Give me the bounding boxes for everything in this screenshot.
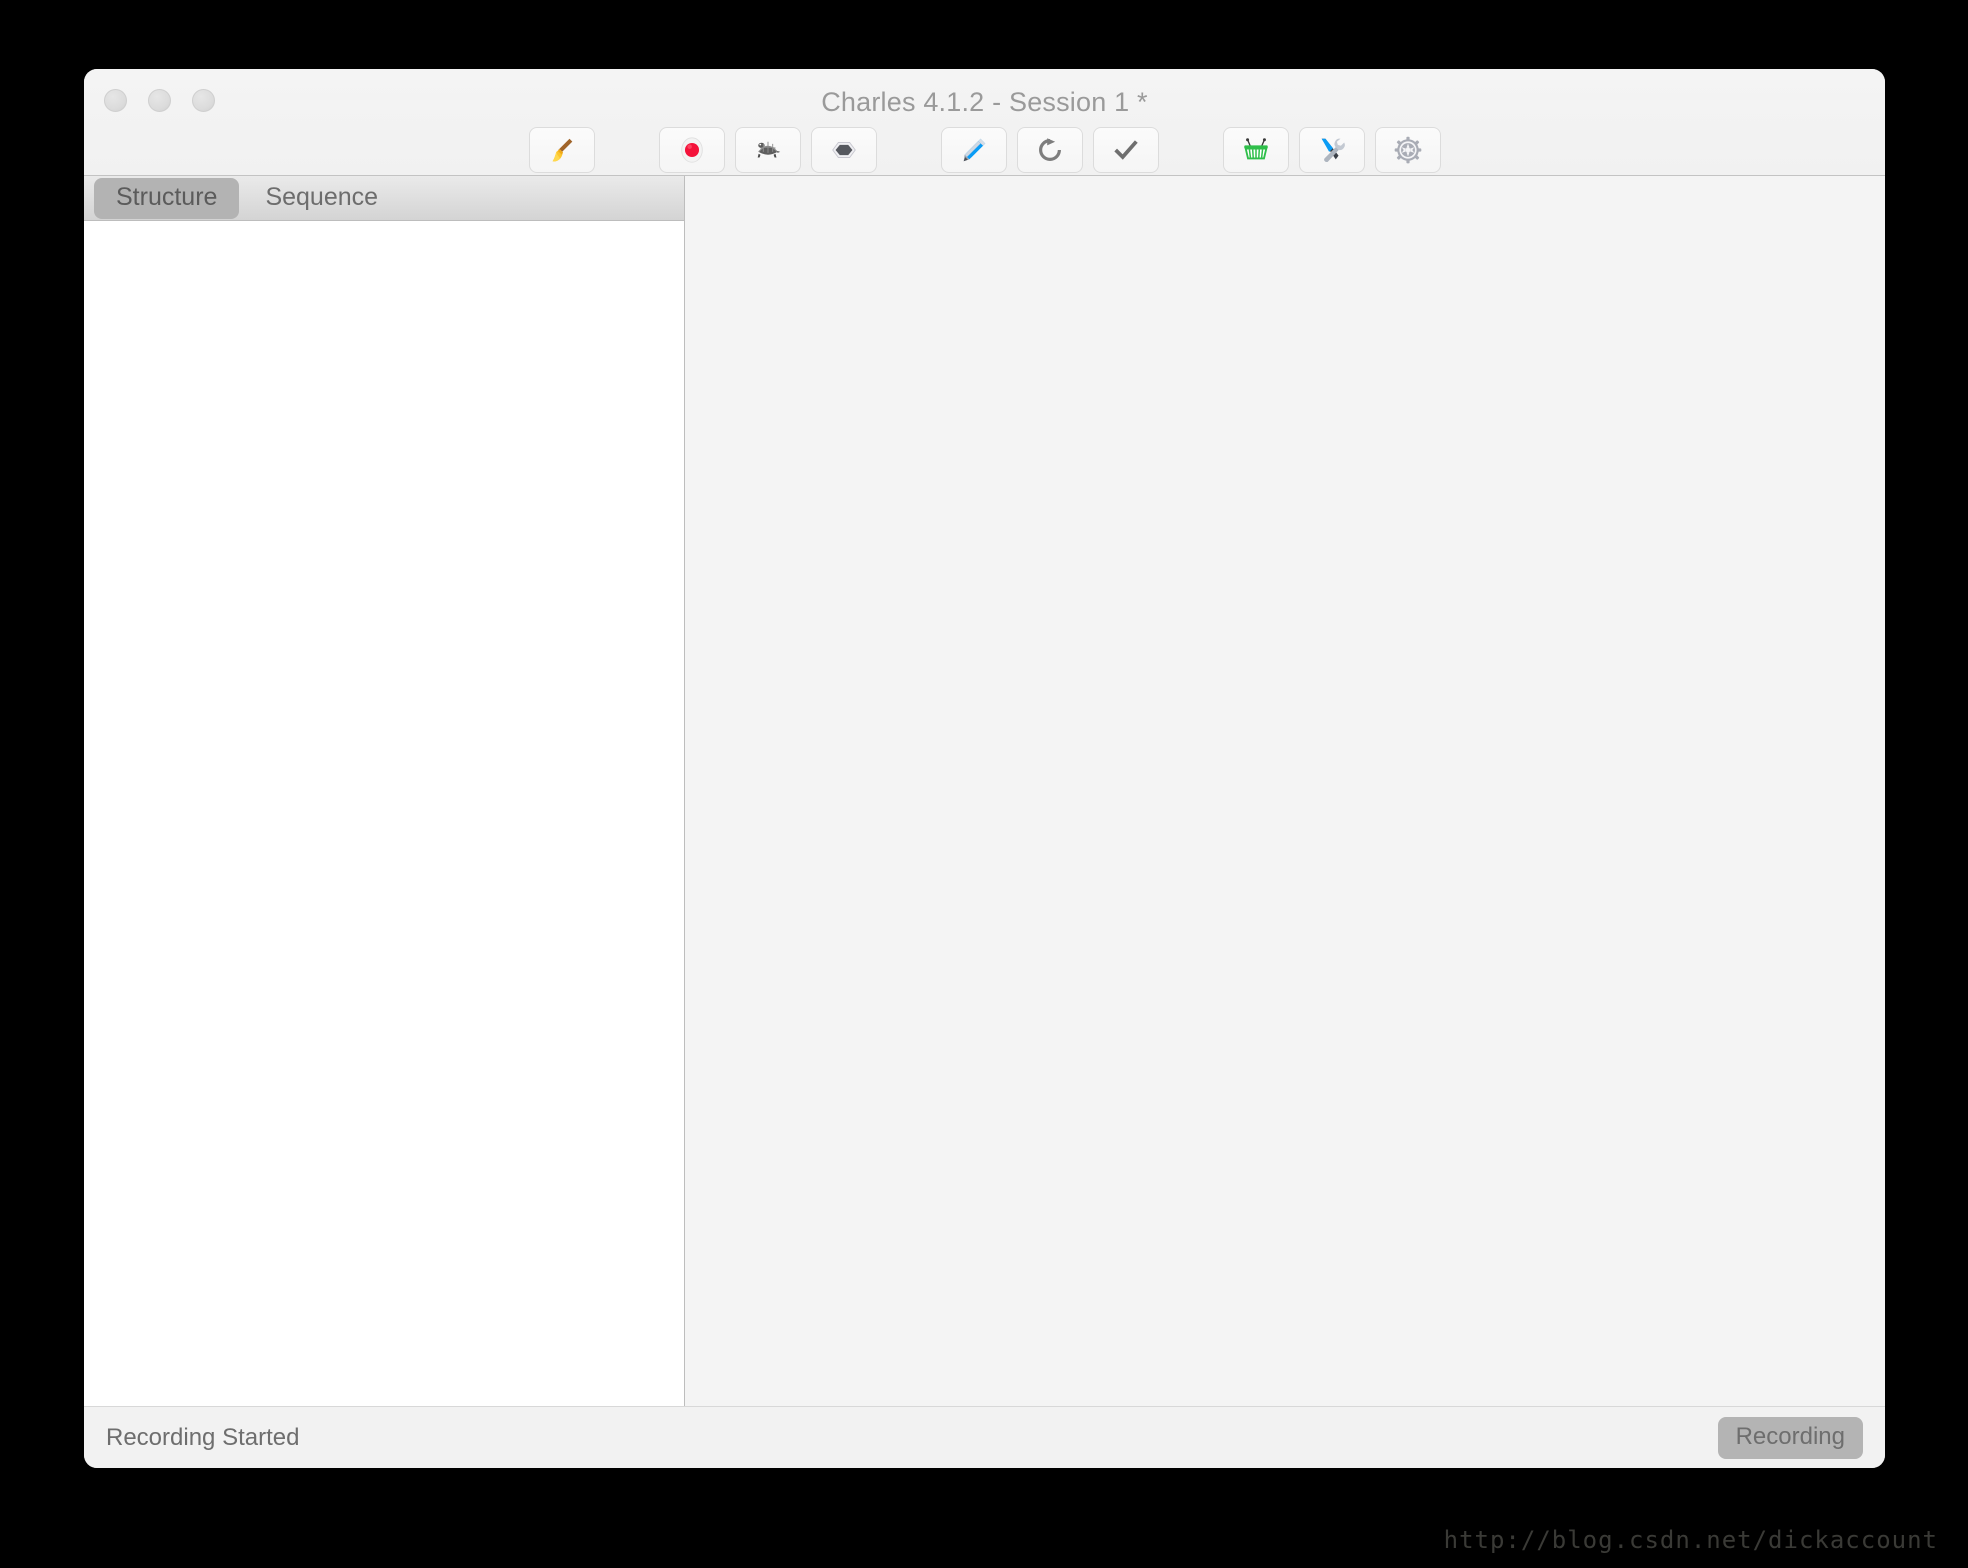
status-bar: Recording Started Recording xyxy=(84,1406,1885,1468)
toolbar-group-capture xyxy=(654,126,882,173)
refresh-icon xyxy=(1035,135,1065,165)
window-title: Charles 4.1.2 - Session 1 * xyxy=(821,87,1148,117)
toolbar-group-tools xyxy=(1218,126,1446,173)
title-bar: Charles 4.1.2 - Session 1 * xyxy=(84,69,1885,176)
hexagon-icon xyxy=(829,135,859,165)
view-tab-bar: Structure Sequence xyxy=(84,176,684,221)
pen-icon xyxy=(959,135,989,165)
settings-button[interactable] xyxy=(1374,126,1441,173)
checkmark-icon xyxy=(1111,135,1141,165)
basket-button[interactable] xyxy=(1222,126,1289,173)
record-button[interactable] xyxy=(658,126,725,173)
session-tree-view[interactable] xyxy=(84,221,684,1406)
breakpoints-button[interactable] xyxy=(810,126,877,173)
turtle-icon xyxy=(753,135,783,165)
toolbar xyxy=(84,124,1885,175)
repeat-button[interactable] xyxy=(1016,126,1083,173)
tools-icon xyxy=(1317,135,1347,165)
broom-icon xyxy=(547,135,577,165)
detail-pane[interactable] xyxy=(685,176,1885,1406)
main-area: Structure Sequence xyxy=(84,176,1885,1406)
recording-status-badge[interactable]: Recording xyxy=(1717,1416,1863,1459)
basket-icon xyxy=(1241,135,1271,165)
charles-app-window: Charles 4.1.2 - Session 1 * Structure Se… xyxy=(84,69,1885,1468)
tab-structure[interactable]: Structure xyxy=(94,177,240,219)
throttle-button[interactable] xyxy=(734,126,801,173)
watermark-text: http://blog.csdn.net/dickaccount xyxy=(1443,1526,1938,1554)
toolbar-group-session xyxy=(524,126,600,173)
tab-sequence[interactable]: Sequence xyxy=(243,178,400,219)
gear-icon xyxy=(1393,135,1423,165)
status-message: Recording Started xyxy=(106,1423,300,1451)
left-pane: Structure Sequence xyxy=(84,176,685,1406)
validate-button[interactable] xyxy=(1092,126,1159,173)
toolbar-group-request xyxy=(936,126,1164,173)
repeat-advanced-button[interactable] xyxy=(1298,126,1365,173)
compose-button[interactable] xyxy=(940,126,1007,173)
clear-session-button[interactable] xyxy=(528,126,595,173)
record-icon xyxy=(677,135,707,165)
